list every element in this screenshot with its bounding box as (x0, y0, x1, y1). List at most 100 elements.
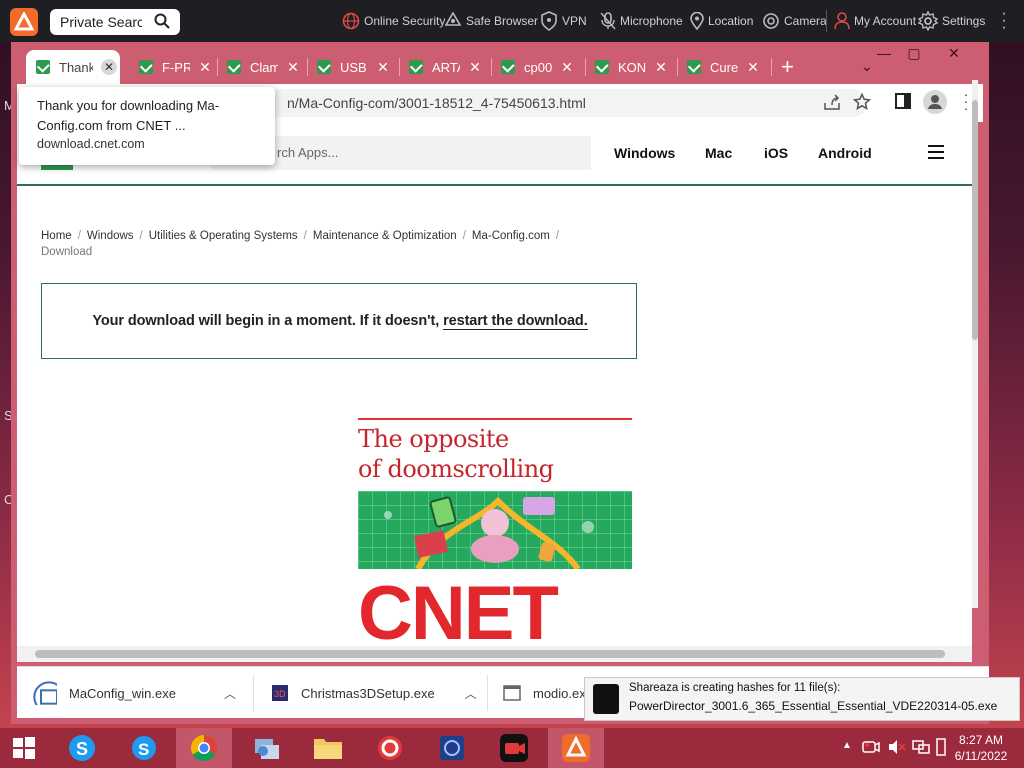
nav-ios[interactable]: iOS (764, 145, 788, 161)
camera-icon (763, 13, 779, 29)
tab-cp00[interactable]: cp00 ✕ (491, 52, 583, 82)
horizontal-scrollbar[interactable] (17, 646, 972, 662)
tab-close-icon[interactable]: ✕ (198, 59, 212, 76)
tab-close-icon[interactable]: ✕ (286, 59, 300, 76)
breadcrumb-separator: / (555, 230, 560, 242)
tab-close-icon[interactable]: ✕ (654, 59, 668, 76)
vpn-label: VPN (562, 14, 587, 28)
3d-file-icon: 3D (272, 685, 288, 701)
nav-windows[interactable]: Windows (614, 145, 675, 161)
location-button[interactable]: Location (690, 11, 753, 31)
download-message: Your download will begin in a moment. If… (42, 313, 638, 330)
camera-tray-icon[interactable] (862, 739, 880, 758)
cnet-ad-logo: CNET (358, 571, 559, 651)
breadcrumb-utilities[interactable]: Utilities & Operating Systems (149, 230, 298, 242)
svg-text:S: S (76, 739, 88, 759)
private-search-input[interactable]: Private Search (50, 9, 180, 35)
new-tab-plus-icon[interactable]: + (781, 56, 794, 78)
restart-download-link[interactable]: restart the download. (443, 313, 588, 330)
maximize-icon[interactable]: ▢ (899, 44, 929, 62)
private-search-placeholder: Private Search (60, 14, 142, 30)
network-icon[interactable] (912, 739, 930, 758)
tab-close-icon[interactable]: ✕ (560, 59, 574, 76)
hamburger-menu-icon[interactable] (928, 145, 944, 159)
exe-file-icon (33, 681, 57, 705)
side-panel-icon[interactable] (895, 93, 911, 114)
close-window-icon[interactable]: ✕ (939, 44, 969, 62)
tab-close-icon[interactable]: ✕ (746, 59, 760, 76)
download-item[interactable]: 3D Christmas3DSetup.exe ︿ (271, 667, 477, 719)
chevron-up-icon[interactable]: ︿ (465, 685, 477, 702)
vpn-button[interactable]: VPN (540, 11, 587, 31)
nav-android[interactable]: Android (818, 145, 872, 161)
more-menu-icon[interactable]: · · · (1001, 6, 1007, 36)
keyboard-icon[interactable] (936, 738, 946, 759)
folder-icon (314, 739, 342, 759)
profile-avatar-icon[interactable] (923, 90, 947, 119)
skype-icon: S (132, 736, 156, 760)
svg-text:S: S (138, 740, 149, 759)
vertical-scroll-thumb[interactable] (972, 100, 978, 340)
breadcrumb-separator: / (77, 230, 81, 242)
url-text[interactable]: n/Ma-Config-com/3001-18512_4-75450613.ht… (287, 95, 586, 111)
breadcrumb-maconfig[interactable]: Ma-Config.com (472, 230, 550, 242)
toast-title: Shareaza is creating hashes for 11 file(… (629, 682, 841, 694)
download-item[interactable]: modio.exe (503, 667, 593, 719)
tab-cure[interactable]: Cure ✕ (677, 52, 769, 82)
tab-fpro[interactable]: F-PRO ✕ (129, 52, 214, 82)
taskbar-video-recorder[interactable] (486, 728, 542, 768)
show-hidden-icons-chevron[interactable]: ▲ (842, 740, 852, 751)
download-item[interactable]: MaConfig_win.exe ︿ (33, 667, 236, 719)
microphone-button[interactable]: Microphone (600, 11, 683, 31)
avast-top-bar: Private Search Online Security Safe Brow… (0, 0, 1024, 42)
tab-usb[interactable]: USB D ✕ (307, 52, 397, 82)
location-label: Location (708, 14, 754, 28)
nav-mac[interactable]: Mac (705, 145, 732, 161)
shareaza-notification[interactable]: Shareaza is creating hashes for 11 file(… (584, 677, 1020, 721)
start-button[interactable] (0, 728, 48, 768)
breadcrumb-maintenance[interactable]: Maintenance & Optimization (313, 230, 457, 242)
system-tray: ▲ 8:27 AM 6/11/2022 (820, 728, 1020, 768)
taskbar-skype-2[interactable]: S (116, 728, 172, 768)
browser-menu-icon[interactable]: · · · (963, 87, 969, 115)
horizontal-scroll-thumb[interactable] (35, 650, 945, 658)
share-icon[interactable] (823, 93, 841, 116)
tab-search-chevron-icon[interactable]: ⌄ (861, 58, 873, 75)
safe-browser-button[interactable]: Safe Browser (444, 11, 538, 31)
tab-title: ARTA (432, 59, 460, 75)
volume-muted-icon[interactable] (888, 739, 906, 758)
avast-logo-icon[interactable] (10, 8, 38, 36)
settings-button[interactable]: Settings (918, 11, 985, 31)
bookmark-star-icon[interactable] (852, 92, 872, 116)
clock-time: 8:27 AM (958, 733, 1004, 747)
tab-close-icon[interactable]: ✕ (101, 59, 117, 75)
microphone-label: Microphone (620, 14, 683, 28)
ad-headline-line-2: of doomscrolling (358, 455, 554, 483)
cyberlink-app-icon (593, 684, 619, 714)
tab-arta[interactable]: ARTA ✕ (399, 52, 489, 82)
online-security-button[interactable]: Online Security (342, 11, 445, 31)
camera-button[interactable]: Camera (762, 11, 827, 31)
cnet-advertisement[interactable]: The opposite of doomscrolling CNET (358, 418, 632, 650)
my-account-button[interactable]: My Account (834, 11, 916, 31)
taskbar-avast-browser[interactable] (548, 728, 604, 768)
breadcrumb-home[interactable]: Home (41, 230, 72, 242)
taskbar-avast-cleanup[interactable] (362, 728, 418, 768)
tab-clam[interactable]: Clam ✕ (217, 52, 303, 82)
taskbar-skype-1[interactable]: S (54, 728, 110, 768)
ad-headline-line-1: The opposite (358, 425, 509, 453)
minimize-icon[interactable]: — (869, 44, 899, 62)
taskbar-file-explorer[interactable] (300, 728, 356, 768)
chevron-up-icon[interactable]: ︿ (224, 685, 236, 702)
taskbar-photo-app[interactable] (424, 728, 480, 768)
tab-close-icon[interactable]: ✕ (468, 59, 482, 76)
taskbar-chrome[interactable] (176, 728, 232, 768)
tab-koni[interactable]: KONI ✕ (585, 52, 675, 82)
taskbar-network-app[interactable] (238, 728, 294, 768)
tab-close-icon[interactable]: ✕ (376, 59, 390, 76)
search-icon[interactable] (154, 13, 170, 34)
vertical-scrollbar[interactable] (972, 80, 978, 608)
tab-thank-you[interactable]: Thank ✕ (26, 50, 120, 84)
breadcrumb-windows[interactable]: Windows (87, 230, 134, 242)
taskbar-clock[interactable]: 8:27 AM 6/11/2022 (946, 732, 1016, 764)
